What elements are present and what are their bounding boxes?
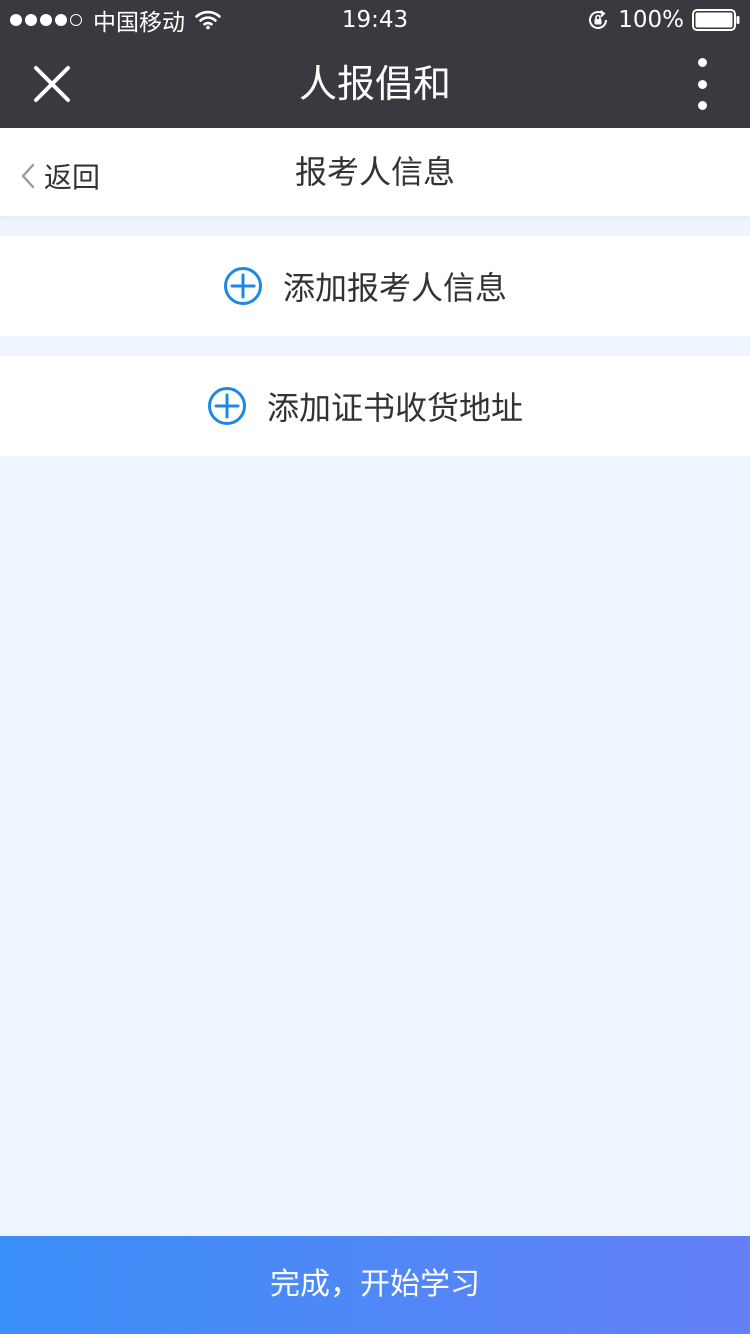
plus-circle-icon: [223, 267, 262, 305]
finish-start-learning-button[interactable]: 完成，开始学习: [0, 1236, 750, 1334]
add-address-button[interactable]: 添加证书收货地址: [0, 356, 750, 456]
more-vertical-icon: [697, 58, 707, 67]
more-vertical-icon: [697, 101, 707, 110]
battery-percent: 100%: [618, 7, 684, 33]
sub-header: 返回 报考人信息: [0, 128, 750, 216]
more-vertical-icon: [697, 79, 707, 89]
nav-bar: 人报倡和: [0, 40, 750, 128]
status-bar: 中国移动 19:43 100%: [0, 0, 750, 40]
more-button[interactable]: [682, 58, 722, 110]
close-icon: [34, 66, 70, 102]
battery-icon: [692, 9, 740, 31]
plus-circle-icon: [207, 387, 246, 425]
page-title: 报考人信息: [294, 153, 455, 191]
add-address-label: 添加证书收货地址: [266, 389, 523, 427]
chevron-left-icon: [21, 163, 35, 189]
add-applicant-label: 添加报考人信息: [282, 269, 507, 307]
add-applicant-button[interactable]: 添加报考人信息: [0, 236, 750, 336]
nav-title: 人报倡和: [298, 62, 451, 106]
close-button[interactable]: [22, 54, 82, 114]
rotation-lock-icon: [589, 10, 608, 29]
back-label: 返回: [44, 161, 101, 194]
back-button[interactable]: 返回: [20, 128, 100, 224]
status-right: 100%: [586, 0, 740, 40]
